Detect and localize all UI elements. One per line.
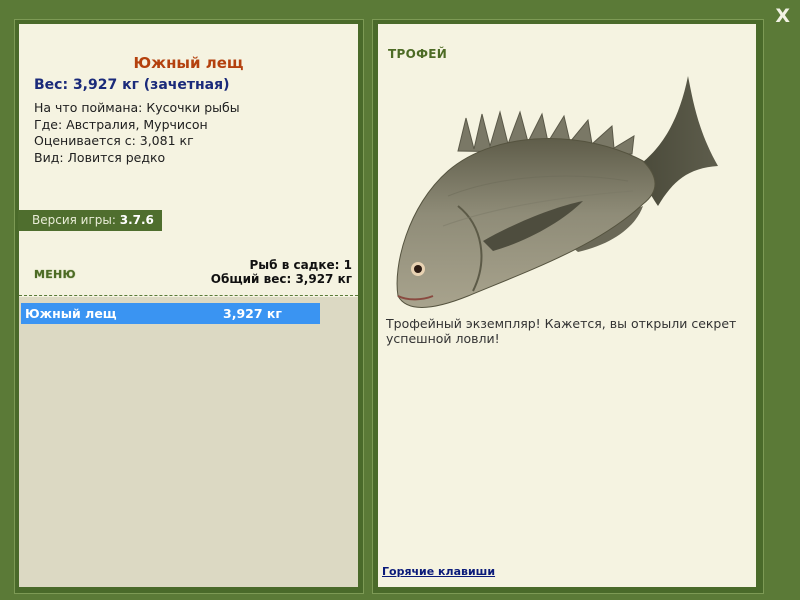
left-panel: Южный лещ Вес: 3,927 кг (зачетная) На чт… bbox=[14, 19, 364, 594]
rarity-info: Вид: Ловится редко bbox=[34, 149, 166, 165]
trophy-message: Трофейный экземпляр! Кажется, вы открыли… bbox=[386, 316, 737, 346]
trophy-card: ТРОФЕЙ Трофейный экземпляр! Кажется, вы … bbox=[378, 24, 756, 587]
close-button[interactable]: X bbox=[775, 6, 790, 26]
list-item-name: Южный лещ bbox=[25, 306, 117, 321]
right-panel: ТРОФЕЙ Трофейный экземпляр! Кажется, вы … bbox=[372, 19, 764, 594]
menu-button[interactable]: МЕНЮ bbox=[34, 268, 76, 281]
game-window: X Южный лещ Вес: 3,927 кг (зачетная) На … bbox=[0, 0, 800, 600]
fish-info-card: Южный лещ Вес: 3,927 кг (зачетная) На чт… bbox=[18, 24, 358, 297]
bait-info: На что поймана: Кусочки рыбы bbox=[34, 100, 240, 115]
fish-count: Рыб в садке: 1 bbox=[249, 258, 353, 272]
version-badge: Версия игры: 3.7.6 bbox=[18, 210, 162, 231]
list-item[interactable]: Южный лещ 3,927 кг bbox=[21, 303, 320, 324]
divider bbox=[19, 295, 358, 296]
fish-name: Южный лещ bbox=[133, 54, 244, 72]
fish-image bbox=[396, 76, 718, 308]
keep-list: Южный лещ 3,927 кг bbox=[19, 297, 358, 587]
version-value: 3.7.6 bbox=[119, 213, 154, 227]
hotkeys-link[interactable]: Горячие клавиши bbox=[382, 565, 495, 578]
version-label: Версия игры: bbox=[32, 213, 116, 227]
valued-from-info: Оценивается с: 3,081 кг bbox=[34, 133, 194, 148]
total-weight: Общий вес: 3,927 кг bbox=[210, 272, 352, 286]
keep-stats: Рыб в садке: 1 Общий вес: 3,927 кг bbox=[211, 258, 352, 286]
fish-weight: Вес: 3,927 кг (зачетная) bbox=[34, 77, 230, 93]
location-info: Где: Австралия, Мурчисон bbox=[34, 116, 208, 132]
list-item-weight: 3,927 кг bbox=[223, 306, 282, 321]
fish-details: На что поймана: Кусочки рыбы Где: Австра… bbox=[34, 100, 240, 166]
